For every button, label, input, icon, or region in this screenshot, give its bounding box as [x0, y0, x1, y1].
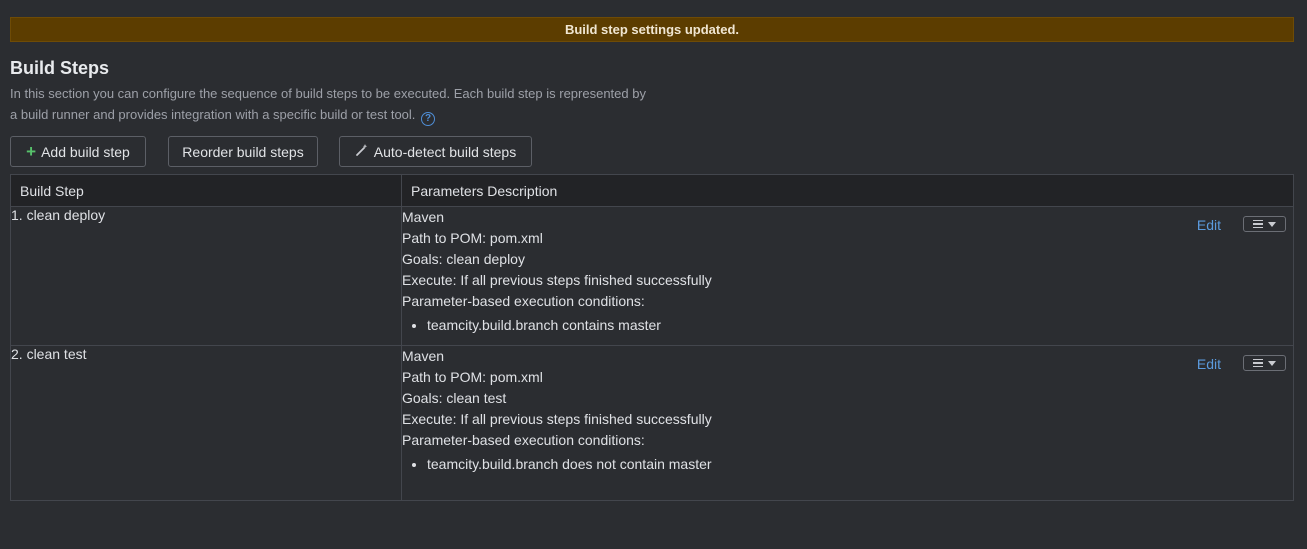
step-pom: Path to POM: pom.xml [402, 369, 543, 385]
chevron-down-icon [1268, 221, 1276, 227]
step-parameters-cell: Maven Path to POM: pom.xml Goals: clean … [401, 345, 1294, 501]
success-banner: Build step settings updated. [10, 17, 1294, 42]
table-header-row: Build Step Parameters Description [10, 174, 1294, 207]
edit-step-link[interactable]: Edit [1197, 354, 1221, 375]
chevron-down-icon [1268, 360, 1276, 366]
description-text: In this section you can configure the se… [10, 86, 646, 122]
table-row[interactable]: 2. clean test Maven Path to POM: pom.xml… [10, 345, 1294, 501]
add-build-step-label: Add build step [41, 143, 130, 160]
step-conditions-label: Parameter-based execution conditions: [402, 432, 645, 448]
reorder-build-steps-button[interactable]: Reorder build steps [168, 136, 318, 167]
condition-item: teamcity.build.branch contains master [427, 317, 1293, 333]
list-menu-icon [1253, 358, 1263, 368]
step-execute: Execute: If all previous steps finished … [402, 411, 712, 427]
list-menu-icon [1253, 219, 1263, 229]
banner-message: Build step settings updated. [564, 22, 740, 37]
plus-icon: + [26, 141, 37, 161]
table-row[interactable]: 1. clean deploy Maven Path to POM: pom.x… [10, 206, 1294, 346]
conditions-list: teamcity.build.branch does not contain m… [402, 456, 1293, 472]
step-name: 2. clean test [11, 346, 87, 362]
section-description: In this section you can configure the se… [10, 83, 650, 126]
step-actions-menu-button[interactable] [1243, 355, 1286, 371]
step-goals: Goals: clean test [402, 390, 507, 406]
auto-detect-build-steps-label: Auto-detect build steps [373, 143, 517, 160]
step-actions-menu-button[interactable] [1243, 216, 1286, 232]
question-circle-icon[interactable]: ? [421, 111, 436, 126]
step-runner: Maven [402, 209, 445, 225]
step-conditions-label: Parameter-based execution conditions: [402, 293, 645, 309]
auto-detect-build-steps-button[interactable]: Auto-detect build steps [339, 136, 532, 167]
step-runner: Maven [402, 348, 445, 364]
build-steps-table: Build Step Parameters Description 1. cle… [10, 174, 1294, 501]
column-header-parameters: Parameters Description [401, 174, 1294, 207]
column-header-build-step: Build Step [10, 174, 402, 207]
reorder-build-steps-label: Reorder build steps [182, 143, 304, 160]
step-name: 1. clean deploy [11, 207, 106, 223]
condition-item: teamcity.build.branch does not contain m… [427, 456, 1293, 472]
step-execute: Execute: If all previous steps finished … [402, 272, 712, 288]
step-pom: Path to POM: pom.xml [402, 230, 543, 246]
page-title: Build Steps [10, 58, 110, 78]
conditions-list: teamcity.build.branch contains master [402, 317, 1293, 333]
step-goals: Goals: clean deploy [402, 251, 525, 267]
edit-step-link[interactable]: Edit [1197, 215, 1221, 236]
magic-wand-icon [355, 143, 369, 160]
add-build-step-button[interactable]: + Add build step [10, 136, 146, 167]
step-name-cell: 2. clean test [10, 345, 402, 501]
step-name-cell: 1. clean deploy [10, 206, 402, 346]
step-parameters-cell: Maven Path to POM: pom.xml Goals: clean … [401, 206, 1294, 346]
